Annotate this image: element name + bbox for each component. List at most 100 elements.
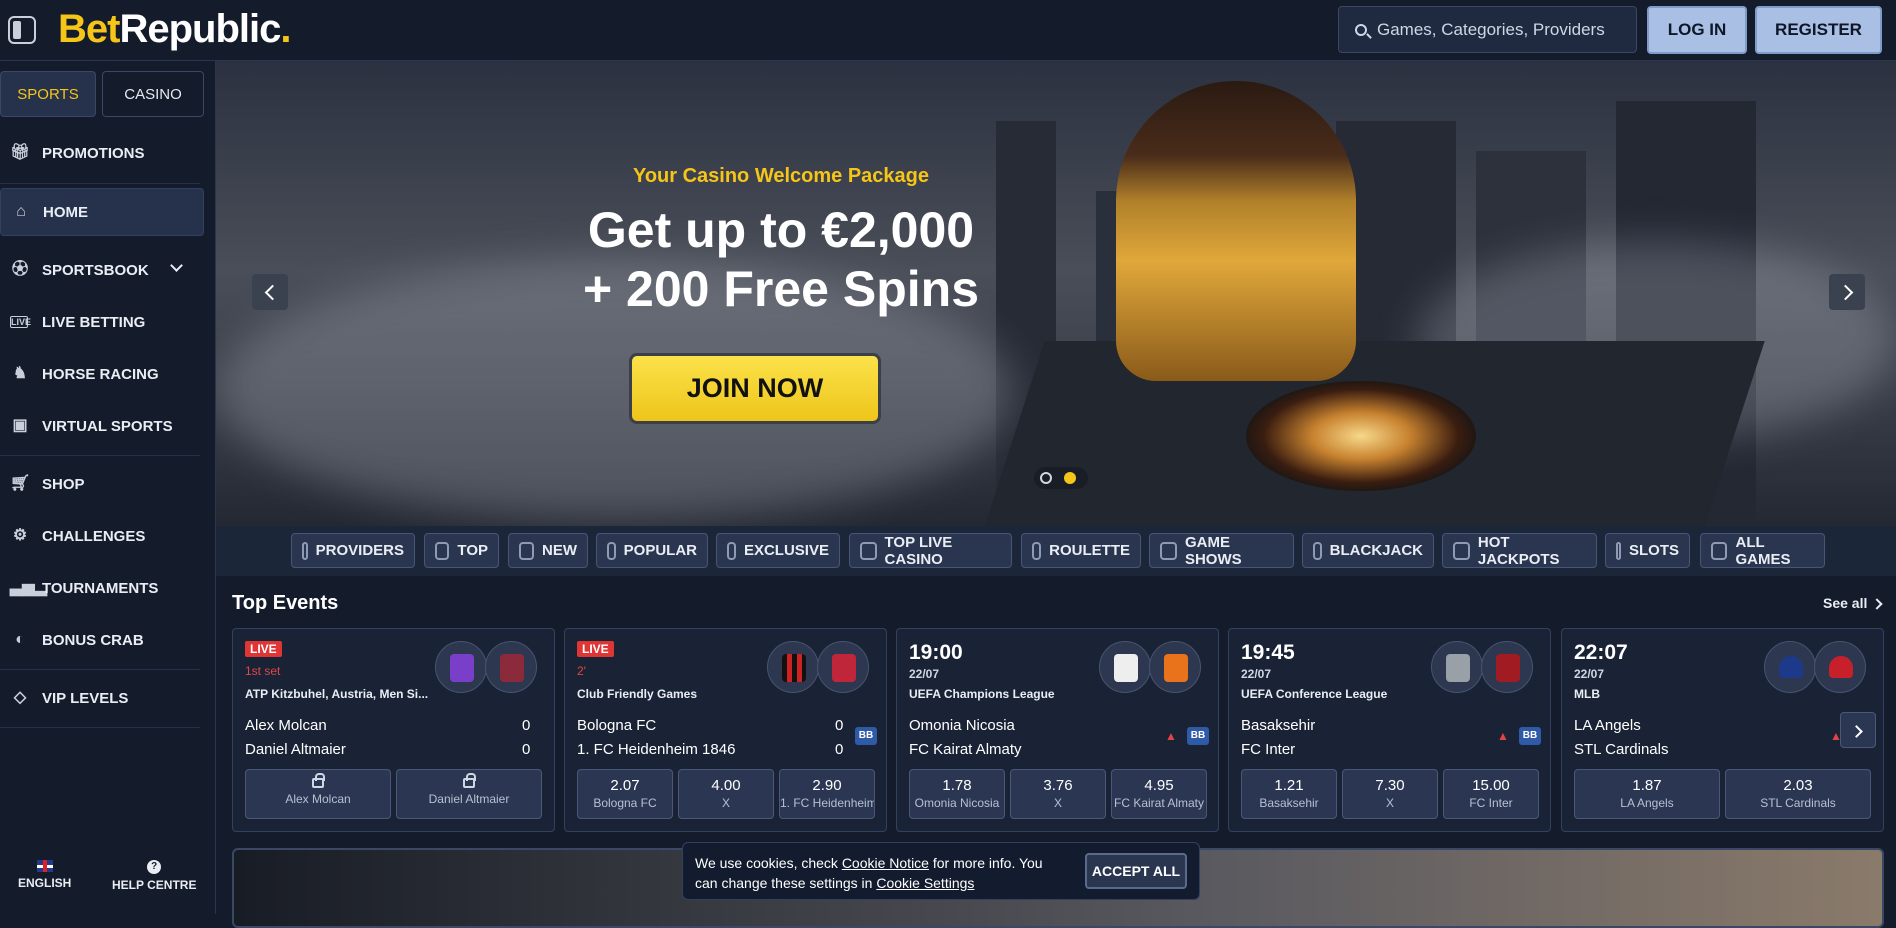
horse-icon: ♞: [12, 365, 28, 382]
see-all-link[interactable]: See all: [1823, 595, 1881, 611]
hero-title: Get up to €2,000 + 200 Free Spins: [582, 202, 980, 317]
event-status: 1st set: [245, 664, 281, 678]
trending-icon: ▲: [1830, 729, 1842, 743]
language-selector[interactable]: ENGLISH: [18, 860, 71, 890]
sidebar-item-promotions[interactable]: 🎁︎ PROMOTIONS: [0, 129, 204, 177]
search-input[interactable]: [1377, 7, 1627, 52]
uk-flag-icon: [36, 860, 53, 872]
search-icon: [1355, 24, 1367, 36]
event-card[interactable]: 19:45 22/07 UEFA Conference League Basak…: [1228, 628, 1551, 832]
flame-icon: [607, 541, 616, 560]
cookie-settings-link[interactable]: Cookie Settings: [876, 875, 974, 891]
event-time: 22:07: [1574, 641, 1628, 664]
odds-button[interactable]: 2.90 1. FC Heidenheim: [779, 769, 875, 819]
star-icon: [860, 541, 877, 560]
home-team: Alex Molcan: [245, 717, 327, 734]
diamond-icon: [727, 541, 736, 560]
category-roulette[interactable]: ROULETTE: [1021, 533, 1141, 568]
cards-icon: [1313, 541, 1322, 560]
divider: [0, 727, 200, 728]
category-all-games[interactable]: ALL GAMES: [1700, 533, 1825, 568]
search-box[interactable]: [1338, 6, 1637, 53]
sidebar: SPORTS CASINO 🎁︎ PROMOTIONS ⌂ HOME ⚽︎ SPORT…: [0, 61, 216, 914]
odds-button[interactable]: 1.21 Basaksehir: [1241, 769, 1337, 819]
sidebar-item-challenges[interactable]: ⚙︎ CHALLENGES: [0, 512, 204, 560]
hero-banner[interactable]: Your Casino Welcome Package Get up to €2…: [216, 61, 1896, 526]
carousel-prev-button[interactable]: [252, 274, 288, 310]
odds-button[interactable]: 15.00 FC Inter: [1443, 769, 1539, 819]
sidebar-item-home[interactable]: ⌂ HOME: [0, 188, 204, 236]
category-exclusive[interactable]: EXCLUSIVE: [716, 533, 840, 568]
event-card[interactable]: LIVE 1st set ATP Kitzbuhel, Austria, Men…: [232, 628, 555, 832]
sidebar-item-sportsbook[interactable]: ⚽︎ SPORTSBOOK: [0, 246, 204, 294]
roulette-icon: [1032, 541, 1042, 560]
sidebar-item-tournaments[interactable]: ▃▅▂ TOURNAMENTS: [0, 564, 204, 612]
category-hot-jackpots[interactable]: HOT JACKPOTS: [1442, 533, 1597, 568]
cookie-banner: We use cookies, check Cookie Notice for …: [682, 842, 1200, 900]
join-now-button[interactable]: JOIN NOW: [629, 353, 881, 424]
hero-subtitle: Your Casino Welcome Package: [632, 165, 930, 187]
category-blackjack[interactable]: BLACKJACK: [1302, 533, 1434, 568]
carousel-dot[interactable]: [1040, 472, 1052, 484]
event-date: 22/07: [1241, 667, 1272, 681]
category-popular[interactable]: POPULAR: [596, 533, 708, 568]
odds-button[interactable]: 1.87 LA Angels: [1574, 769, 1720, 819]
logo[interactable]: BetRepublic.: [58, 6, 291, 52]
register-button[interactable]: REGISTER: [1755, 6, 1882, 54]
virtual-sports-icon: ▣: [12, 417, 28, 434]
sidebar-item-bonus-crab[interactable]: ◐ BONUS CRAB: [0, 616, 204, 664]
chevron-down-icon[interactable]: [170, 259, 183, 272]
event-time: 19:45: [1241, 641, 1295, 664]
category-top-live-casino[interactable]: TOP LIVE CASINO: [849, 533, 1012, 568]
login-button[interactable]: LOG IN: [1647, 6, 1747, 54]
category-new[interactable]: NEW: [508, 533, 588, 568]
cookie-notice-link[interactable]: Cookie Notice: [842, 855, 929, 871]
roulette-wheel-image: [1246, 381, 1476, 491]
carousel-next-button[interactable]: [1829, 274, 1865, 310]
home-kit-icon: [435, 641, 487, 693]
category-top[interactable]: TOP: [424, 533, 499, 568]
challenge-icon: ⚙︎: [12, 527, 28, 544]
odds-button[interactable]: 2.03 STL Cardinals: [1725, 769, 1871, 819]
events-next-button[interactable]: [1840, 712, 1876, 748]
live-badge: LIVE: [577, 641, 614, 657]
sidebar-item-shop[interactable]: 🛒︎ SHOP: [0, 460, 204, 508]
accept-all-button[interactable]: ACCEPT ALL: [1085, 853, 1187, 889]
lock-icon: [463, 773, 476, 788]
odds-button[interactable]: 7.30 X: [1342, 769, 1438, 819]
carousel-dots: [1034, 467, 1088, 489]
event-date: 22/07: [1574, 667, 1605, 681]
lock-icon: [312, 773, 325, 788]
event-card[interactable]: 22:07 22/07 MLB LA Angels STL Cardinals …: [1561, 628, 1884, 832]
podium-icon: ▃▅▂: [10, 579, 47, 596]
carousel-dot-active[interactable]: [1064, 472, 1076, 484]
odds-button[interactable]: 1.78 Omonia Nicosia: [909, 769, 1005, 819]
category-providers[interactable]: PROVIDERS: [291, 533, 415, 568]
help-centre-link[interactable]: ? HELP CENTRE: [112, 860, 196, 892]
home-team: Omonia Nicosia: [909, 717, 1015, 734]
odds-button[interactable]: 4.00 X: [678, 769, 774, 819]
away-score: 0: [835, 741, 844, 758]
sidebar-item-live-betting[interactable]: LIVE LIVE BETTING: [0, 298, 204, 346]
microphone-icon: [1160, 541, 1177, 560]
event-card[interactable]: 19:00 22/07 UEFA Champions League Omonia…: [896, 628, 1219, 832]
lightning-icon: [519, 541, 534, 560]
home-team: Bologna FC: [577, 717, 657, 734]
odds-button[interactable]: 2.07 Bologna FC: [577, 769, 673, 819]
tab-sports[interactable]: SPORTS: [0, 71, 96, 117]
category-slots[interactable]: SLOTS: [1605, 533, 1690, 568]
tab-casino[interactable]: CASINO: [102, 71, 204, 117]
event-card[interactable]: LIVE 2' Club Friendly Games Bologna FC 0…: [564, 628, 887, 832]
odds-button-locked[interactable]: Alex Molcan: [245, 769, 391, 819]
sidebar-item-horse-racing[interactable]: ♞ HORSE RACING: [0, 350, 204, 398]
dice-icon: [1711, 541, 1728, 560]
odds-button-locked[interactable]: Daniel Altmaier: [396, 769, 542, 819]
sidebar-item-vip-levels[interactable]: ◇ VIP LEVELS: [0, 674, 204, 722]
bet-builder-badge: BB: [855, 727, 877, 745]
sidebar-item-virtual-sports[interactable]: ▣ VIRTUAL SPORTS: [0, 402, 204, 450]
odds-button[interactable]: 4.95 FC Kairat Almaty: [1111, 769, 1207, 819]
event-date: 22/07: [909, 667, 940, 681]
category-game-shows[interactable]: GAME SHOWS: [1149, 533, 1294, 568]
menu-toggle-icon[interactable]: [8, 16, 36, 44]
odds-button[interactable]: 3.76 X: [1010, 769, 1106, 819]
